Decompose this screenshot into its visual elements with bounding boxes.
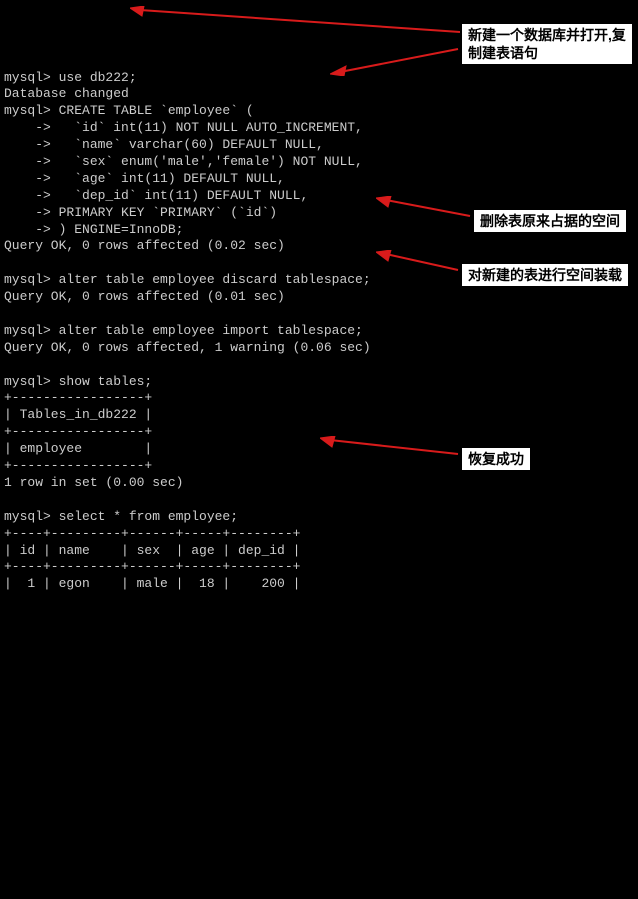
line: mysql> show tables;	[4, 374, 152, 389]
arrow-icon	[130, 6, 460, 36]
line: +-----------------+	[4, 390, 152, 405]
line: -> ) ENGINE=InnoDB;	[4, 222, 183, 237]
line: mysql> alter table employee discard tabl…	[4, 272, 371, 287]
line: +-----------------+	[4, 424, 152, 439]
line: -> PRIMARY KEY `PRIMARY` (`id`)	[4, 205, 277, 220]
line: -> `sex` enum('male','female') NOT NULL,	[4, 154, 363, 169]
line: Query OK, 0 rows affected, 1 warning (0.…	[4, 340, 371, 355]
line: mysql> use db222;	[4, 70, 137, 85]
terminal-output: mysql> use db222; Database changed mysql…	[0, 68, 638, 596]
line: mysql> alter table employee import table…	[4, 323, 363, 338]
line: 1 row in set (0.00 sec)	[4, 475, 183, 490]
arrow-icon	[376, 250, 460, 274]
arrow-icon	[330, 46, 460, 76]
line: +-----------------+	[4, 458, 152, 473]
line: | Tables_in_db222 |	[4, 407, 152, 422]
line: Query OK, 0 rows affected (0.01 sec)	[4, 289, 285, 304]
line: mysql> select * from employee;	[4, 509, 238, 524]
line: -> `dep_id` int(11) DEFAULT NULL,	[4, 188, 308, 203]
line: +----+---------+------+-----+--------+	[4, 526, 300, 541]
annotation-2: 删除表原来占据的空间	[474, 210, 626, 232]
line: Query OK, 0 rows affected (0.02 sec)	[4, 238, 285, 253]
annotation-4: 恢复成功	[462, 448, 530, 470]
line: -> `age` int(11) DEFAULT NULL,	[4, 171, 285, 186]
line: mysql> CREATE TABLE `employee` (	[4, 103, 254, 118]
line: | id | name | sex | age | dep_id |	[4, 543, 300, 558]
line: +----+---------+------+-----+--------+	[4, 559, 300, 574]
line: Database changed	[4, 86, 129, 101]
line: | 1 | egon | male | 18 | 200 |	[4, 576, 300, 591]
annotation-1: 新建一个数据库并打开,复制建表语句	[462, 24, 632, 64]
line: | employee |	[4, 441, 152, 456]
line: -> `name` varchar(60) DEFAULT NULL,	[4, 137, 324, 152]
arrow-icon	[376, 196, 472, 220]
arrow-icon	[320, 436, 460, 460]
line: -> `id` int(11) NOT NULL AUTO_INCREMENT,	[4, 120, 363, 135]
annotation-3: 对新建的表进行空间装载	[462, 264, 628, 286]
